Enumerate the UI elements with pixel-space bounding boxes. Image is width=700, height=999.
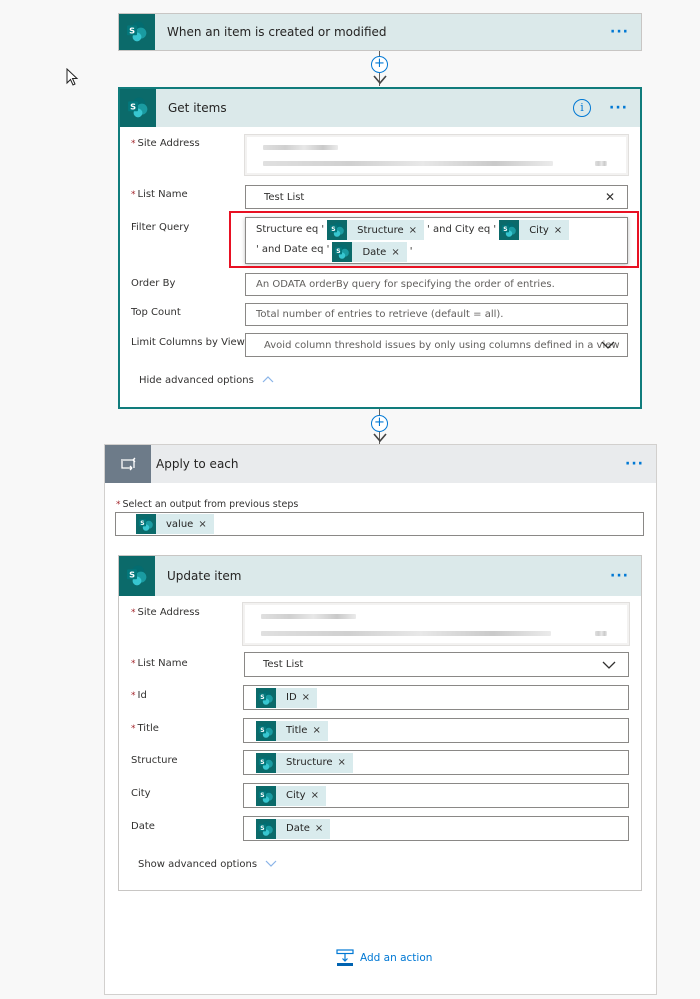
list-name-value: Test List: [263, 659, 304, 670]
remove-token-icon[interactable]: ×: [198, 519, 213, 530]
add-action-button[interactable]: Add an action: [336, 949, 432, 967]
select-output-label: * Select an output from previous steps: [116, 499, 299, 510]
chevron-up-icon: [262, 376, 274, 383]
date-label: Date: [131, 821, 155, 832]
highlight-box: [229, 211, 639, 268]
update-item-title: Update item: [167, 569, 242, 583]
arrow-down-icon: [373, 75, 387, 85]
sharepoint-icon: [119, 556, 155, 596]
sharepoint-icon: [256, 687, 276, 708]
list-name-label: * List Name: [131, 189, 188, 200]
get-items-header[interactable]: Get items i ···: [120, 89, 640, 127]
dynamic-content-token[interactable]: City ×: [256, 785, 326, 806]
sharepoint-icon: [120, 89, 156, 127]
top-count-label: Top Count: [131, 307, 181, 318]
show-advanced-options-link[interactable]: Show advanced options: [138, 859, 277, 870]
id-label: * Id: [131, 690, 147, 701]
trigger-more-options-button[interactable]: ···: [610, 25, 641, 39]
insert-step-button[interactable]: +: [371, 415, 388, 432]
list-name-value: Test List: [264, 191, 305, 203]
update-item-header[interactable]: Update item ···: [119, 556, 641, 596]
sharepoint-icon: [256, 720, 276, 741]
remove-token-icon[interactable]: ×: [338, 757, 353, 768]
city-field[interactable]: City ×: [243, 783, 629, 808]
info-icon[interactable]: i: [573, 99, 592, 117]
update-item-more-options-button[interactable]: ···: [610, 569, 641, 583]
title-label: * Title: [131, 723, 159, 734]
apply-to-each-more-options-button[interactable]: ···: [625, 457, 656, 471]
sharepoint-icon: [256, 752, 276, 773]
sharepoint-icon: [256, 818, 276, 839]
chevron-down-icon: [601, 341, 615, 349]
remove-token-icon[interactable]: ×: [312, 725, 327, 736]
trigger-card[interactable]: When an item is created or modified ···: [118, 13, 642, 51]
arrow-down-icon: [373, 433, 387, 443]
site-address-label: * Site Address: [131, 138, 200, 149]
redacted-text: [595, 631, 607, 636]
chevron-down-icon: [602, 661, 616, 669]
add-action-icon: [336, 949, 354, 966]
clear-icon[interactable]: ✕: [605, 190, 615, 204]
site-address-field[interactable]: [244, 134, 629, 176]
redacted-text: [263, 161, 553, 166]
city-label: City: [131, 788, 151, 799]
insert-step-button[interactable]: +: [371, 56, 388, 73]
structure-field[interactable]: Structure ×: [243, 750, 629, 775]
order-by-label: Order By: [131, 278, 176, 289]
sharepoint-icon: [256, 785, 276, 806]
sharepoint-icon: [119, 14, 155, 50]
redacted-text: [261, 631, 551, 636]
add-action-label: Add an action: [360, 952, 433, 964]
redacted-text: [595, 161, 607, 166]
hide-advanced-options-link[interactable]: Hide advanced options: [139, 375, 274, 386]
remove-token-icon[interactable]: ×: [302, 692, 317, 703]
id-field[interactable]: ID ×: [243, 685, 629, 710]
date-field[interactable]: Date ×: [243, 816, 629, 841]
get-items-title: Get items: [168, 101, 227, 115]
select-output-field[interactable]: value ×: [115, 512, 644, 536]
filter-query-label: Filter Query: [131, 222, 190, 233]
top-count-input[interactable]: Total number of entries to retrieve (def…: [245, 303, 628, 326]
dynamic-content-token[interactable]: value ×: [136, 514, 214, 534]
limit-columns-dropdown[interactable]: Avoid column threshold issues by only us…: [245, 333, 628, 357]
redacted-text: [263, 145, 338, 150]
dynamic-content-token[interactable]: ID ×: [256, 687, 318, 708]
site-address-field[interactable]: [242, 602, 630, 646]
loop-icon: [105, 445, 151, 483]
trigger-card-header[interactable]: When an item is created or modified ···: [119, 14, 641, 50]
dynamic-content-token[interactable]: Date ×: [256, 818, 331, 839]
list-name-label: * List Name: [131, 658, 188, 669]
limit-columns-label: Limit Columns by View: [131, 337, 245, 348]
redacted-text: [261, 614, 356, 619]
title-field[interactable]: Title ×: [243, 718, 629, 743]
chevron-down-icon: [265, 860, 277, 867]
list-name-dropdown[interactable]: Test List: [244, 652, 629, 677]
order-by-input[interactable]: An ODATA orderBy query for specifying th…: [245, 273, 628, 296]
site-address-label: * Site Address: [131, 607, 200, 618]
apply-to-each-header[interactable]: Apply to each ···: [105, 445, 656, 483]
list-name-field[interactable]: Test List ✕: [245, 185, 628, 209]
structure-label: Structure: [131, 755, 178, 766]
sharepoint-icon: [136, 514, 156, 534]
remove-token-icon[interactable]: ×: [311, 790, 326, 801]
trigger-title: When an item is created or modified: [167, 25, 387, 39]
get-items-more-options-button[interactable]: ···: [609, 101, 640, 115]
dynamic-content-token[interactable]: Structure ×: [256, 752, 353, 773]
dynamic-content-token[interactable]: Title ×: [256, 720, 328, 741]
apply-to-each-title: Apply to each: [156, 457, 239, 471]
remove-token-icon[interactable]: ×: [315, 823, 330, 834]
mouse-cursor-icon: [66, 68, 79, 86]
